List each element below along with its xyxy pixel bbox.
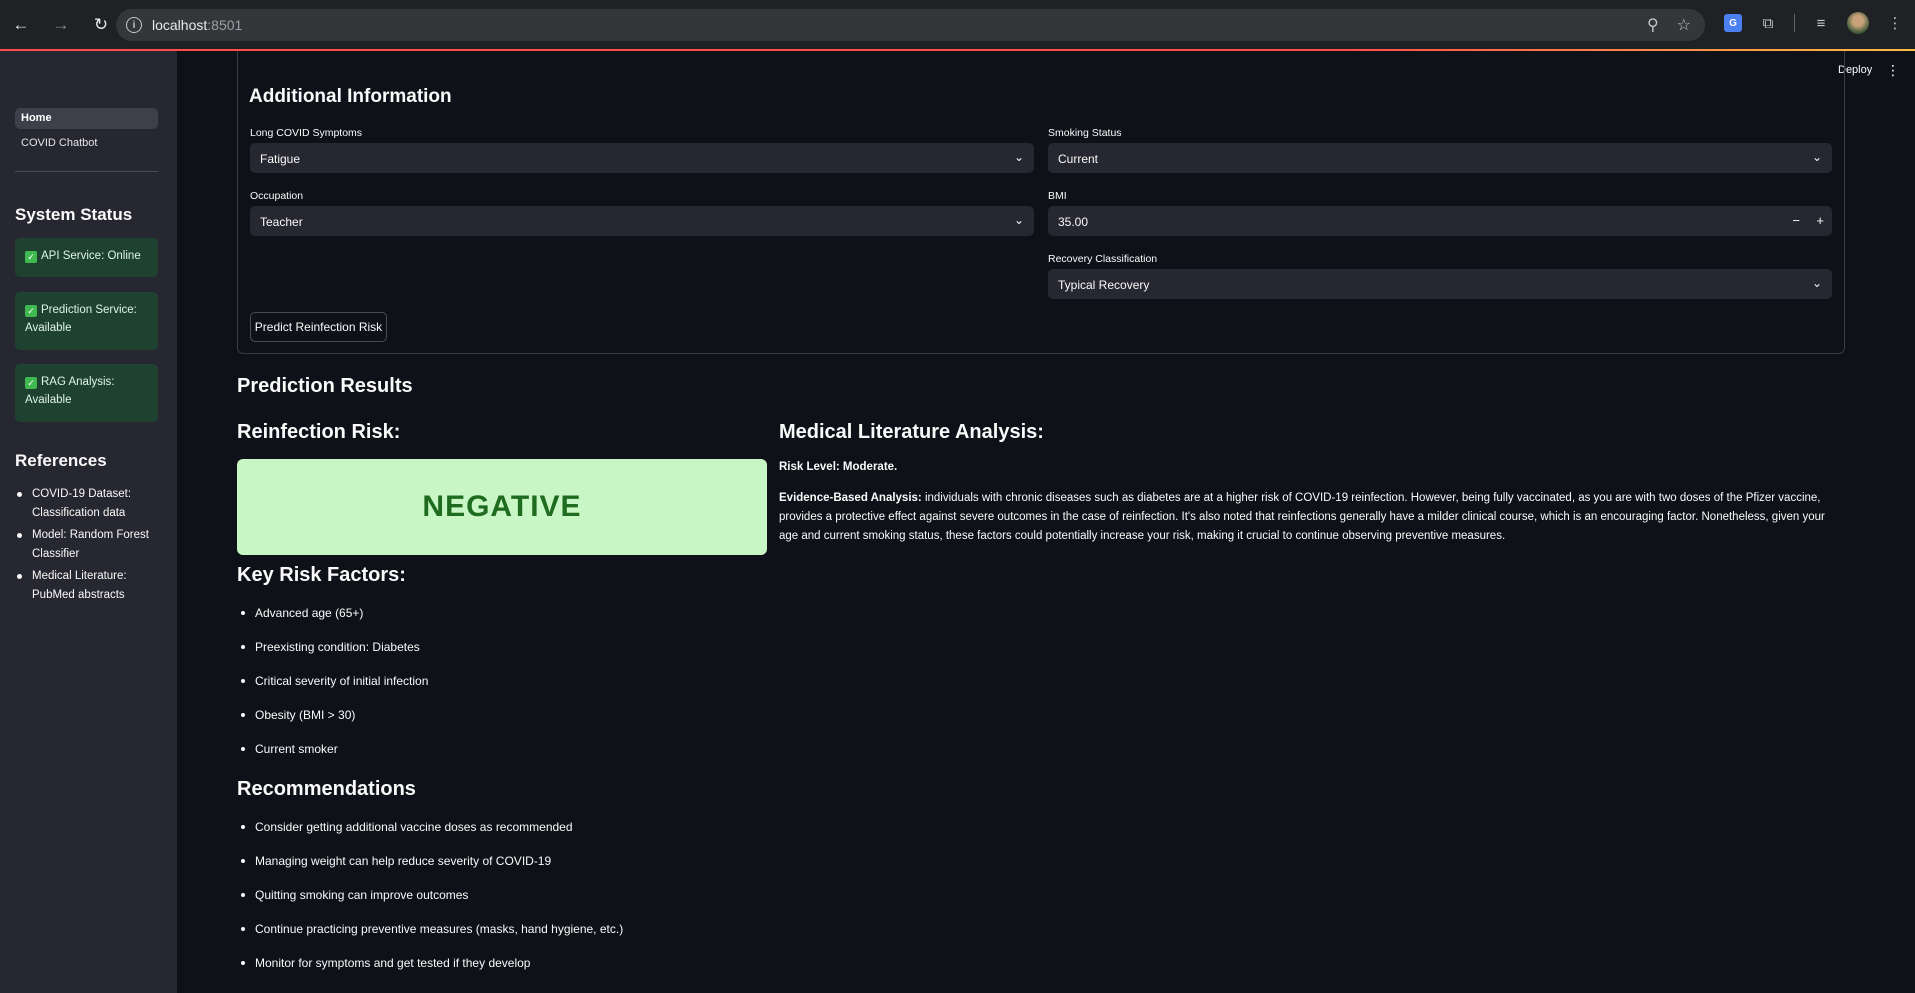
reload-icon[interactable]: ↻ bbox=[86, 12, 116, 38]
chevron-down-icon: ⌄ bbox=[1013, 150, 1024, 164]
recovery-classification-select[interactable]: Typical Recovery ⌄ bbox=[1048, 269, 1832, 299]
references-list: COVID-19 Dataset: Classification data Mo… bbox=[15, 485, 165, 608]
check-icon: ✓ bbox=[25, 305, 37, 317]
list-item: Current smoker bbox=[240, 742, 428, 776]
form-title: Additional Information bbox=[249, 86, 452, 107]
list-item: Quitting smoking can improve outcomes bbox=[240, 888, 623, 922]
evidence-analysis-text: Evidence-Based Analysis: individuals wit… bbox=[779, 492, 1825, 542]
additional-info-form bbox=[237, 51, 1845, 354]
medical-literature-heading: Medical Literature Analysis: bbox=[779, 421, 1044, 443]
list-item: Managing weight can help reduce severity… bbox=[240, 854, 623, 888]
long-covid-select[interactable]: Fatigue ⌄ bbox=[250, 143, 1034, 173]
bmi-label: BMI bbox=[1048, 190, 1067, 202]
back-icon[interactable]: ← bbox=[6, 12, 36, 38]
translate-extension-icon[interactable]: G bbox=[1724, 14, 1742, 32]
check-icon: ✓ bbox=[25, 377, 37, 389]
list-item: Monitor for symptoms and get tested if t… bbox=[240, 956, 623, 990]
bmi-increment-button[interactable]: + bbox=[1816, 213, 1824, 228]
media-controls-icon[interactable]: ≡ bbox=[1811, 13, 1831, 33]
profile-avatar[interactable] bbox=[1847, 12, 1869, 34]
forward-icon[interactable]: → bbox=[46, 12, 76, 38]
url-text[interactable]: localhost:8501 bbox=[152, 17, 242, 33]
status-prediction-service: ✓ Prediction Service: Available bbox=[15, 292, 158, 350]
risk-level-text: Risk Level: Moderate. bbox=[779, 461, 898, 473]
risk-result-box: NEGATIVE bbox=[237, 459, 767, 555]
list-item: Continue practicing preventive measures … bbox=[240, 922, 623, 956]
sidebar: Home COVID Chatbot System Status ✓ API Se… bbox=[0, 51, 177, 993]
long-covid-label: Long COVID Symptoms bbox=[250, 127, 363, 139]
list-item: Advanced age (65+) bbox=[240, 606, 428, 640]
bookmark-star-icon[interactable]: ☆ bbox=[1677, 15, 1691, 35]
bmi-decrement-button[interactable]: − bbox=[1792, 213, 1800, 228]
toolbar-divider bbox=[1794, 14, 1795, 32]
recommendations-heading: Recommendations bbox=[237, 778, 416, 800]
recovery-classification-label: Recovery Classification bbox=[1048, 253, 1158, 265]
address-bar[interactable]: i localhost:8501 ⚲ ☆ bbox=[116, 9, 1705, 41]
smoking-status-label: Smoking Status bbox=[1048, 127, 1122, 139]
chevron-down-icon: ⌄ bbox=[1811, 276, 1822, 290]
reference-item: Medical Literature: PubMed abstracts bbox=[15, 567, 165, 605]
chevron-down-icon: ⌄ bbox=[1811, 150, 1822, 164]
list-item: Obesity (BMI > 30) bbox=[240, 708, 428, 742]
check-icon: ✓ bbox=[25, 251, 37, 263]
key-risk-factors-heading: Key Risk Factors: bbox=[237, 564, 406, 586]
risk-result-value: NEGATIVE bbox=[422, 490, 582, 523]
sidebar-nav-covid-chatbot[interactable]: COVID Chatbot bbox=[15, 133, 158, 154]
recommendations-list: Consider getting additional vaccine dose… bbox=[240, 820, 623, 990]
reinfection-risk-heading: Reinfection Risk: bbox=[237, 421, 401, 443]
sidebar-divider bbox=[15, 171, 158, 172]
occupation-select[interactable]: Teacher ⌄ bbox=[250, 206, 1034, 236]
references-heading: References bbox=[15, 451, 107, 470]
main-menu-icon[interactable]: ⋮ bbox=[1886, 62, 1900, 79]
risk-factors-list: Advanced age (65+) Preexisting condition… bbox=[240, 606, 428, 776]
reference-item: Model: Random Forest Classifier bbox=[15, 526, 165, 564]
browser-menu-icon[interactable]: ⋮ bbox=[1885, 13, 1905, 33]
browser-toolbar: ← → ↻ i localhost:8501 ⚲ ☆ G ⧉ ≡ ⋮ bbox=[0, 0, 1915, 49]
site-info-icon[interactable]: i bbox=[126, 17, 142, 33]
list-item: Preexisting condition: Diabetes bbox=[240, 640, 428, 674]
bmi-number-input[interactable]: 35.00 − + bbox=[1048, 206, 1832, 236]
list-item: Critical severity of initial infection bbox=[240, 674, 428, 708]
extensions-puzzle-icon[interactable]: ⧉ bbox=[1758, 13, 1778, 33]
smoking-status-select[interactable]: Current ⌄ bbox=[1048, 143, 1832, 173]
reference-item: COVID-19 Dataset: Classification data bbox=[15, 485, 165, 523]
occupation-label: Occupation bbox=[250, 190, 304, 202]
prediction-results-heading: Prediction Results bbox=[237, 375, 413, 397]
status-api-service: ✓ API Service: Online bbox=[15, 238, 158, 277]
chevron-down-icon: ⌄ bbox=[1013, 213, 1024, 227]
zoom-icon[interactable]: ⚲ bbox=[1647, 15, 1659, 35]
sidebar-nav-home[interactable]: Home bbox=[15, 108, 158, 129]
status-rag-analysis: ✓ RAG Analysis: Available bbox=[15, 364, 158, 422]
predict-reinfection-risk-button[interactable]: Predict Reinfection Risk bbox=[250, 312, 387, 342]
list-item: Consider getting additional vaccine dose… bbox=[240, 820, 623, 854]
system-status-heading: System Status bbox=[15, 205, 133, 224]
